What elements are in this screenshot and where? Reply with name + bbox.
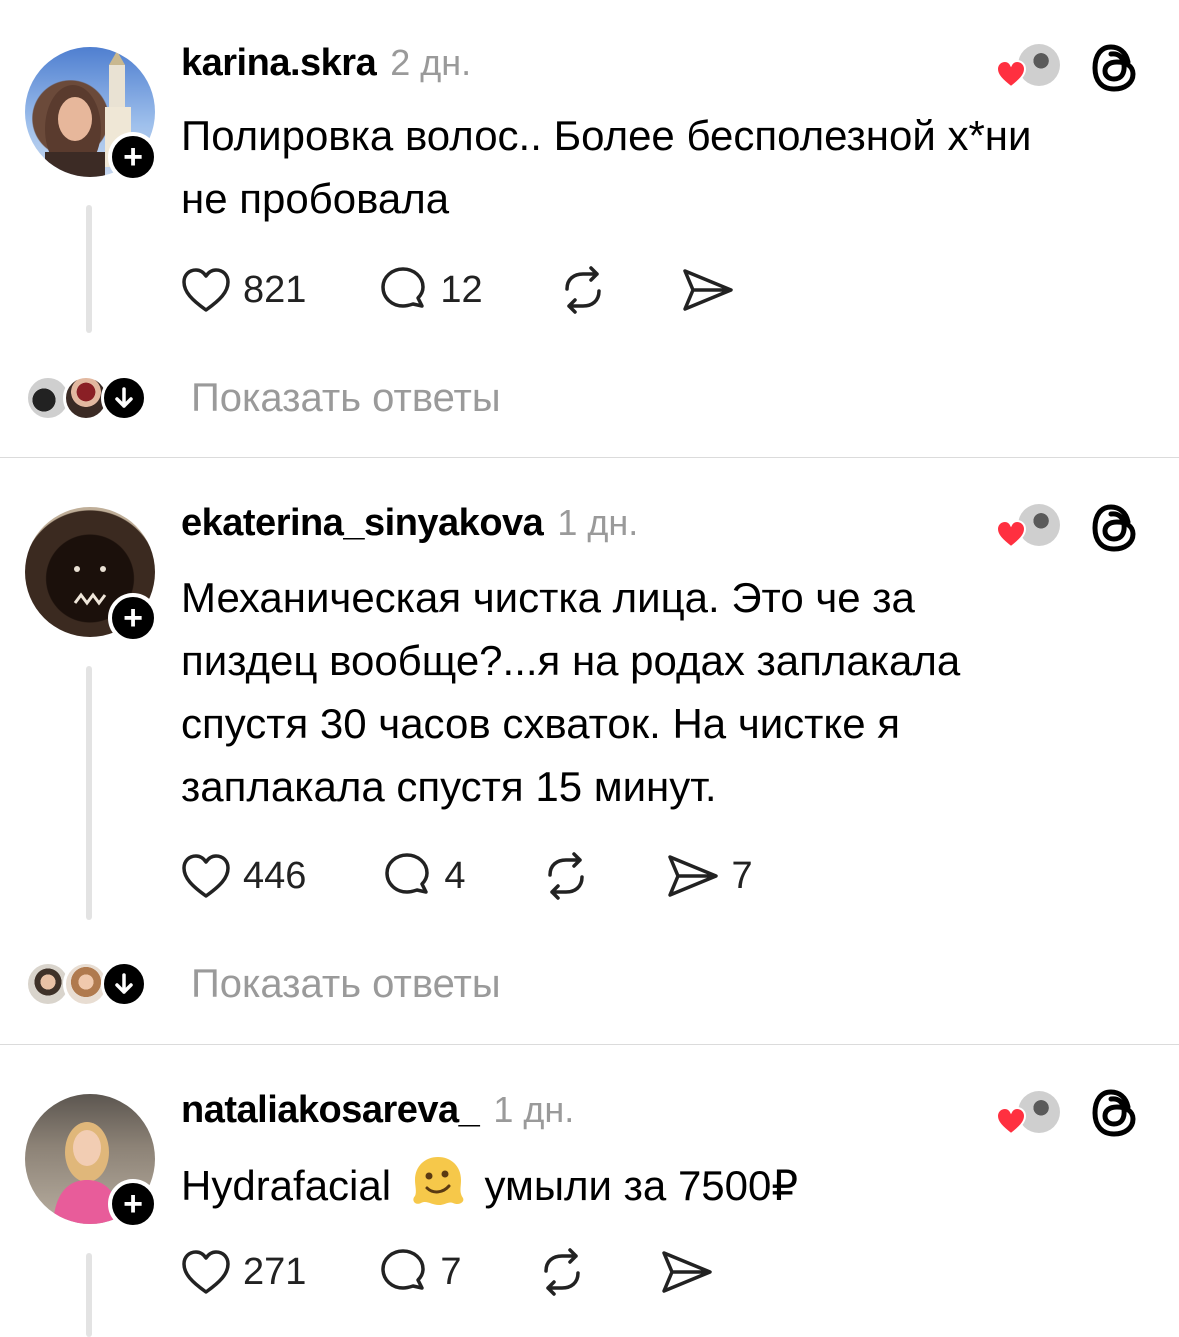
post-1-threads-logo-icon[interactable] (1090, 42, 1142, 94)
heart-icon (182, 268, 230, 312)
post-2-share-count: 7 (731, 854, 753, 897)
melting-face-emoji-icon (413, 1157, 464, 1205)
post-1-text-line-2: не пробовала (181, 175, 450, 222)
post-1-liked-by-author (996, 44, 1066, 88)
post-1-username[interactable]: karina.skra (181, 42, 377, 85)
post-1-text-line-1: Полировка волос.. Более бесполезной х*ни (181, 112, 1032, 159)
post-3-actions: 271 7 (181, 1247, 714, 1297)
post-3-follow-plus-icon[interactable]: + (108, 1179, 158, 1229)
post-2-threads-logo-icon[interactable] (1090, 502, 1142, 554)
post-2-text-line-2: пиздец вообще?...я на родах заплакала (181, 637, 961, 684)
post-2-thread-line (86, 666, 92, 920)
post-1-header: karina.skra 2 дн. (181, 42, 471, 85)
comment-icon (385, 853, 430, 894)
post-3-liked-heart-icon (996, 1107, 1026, 1135)
post-2-arrow-down-icon (101, 961, 147, 1007)
share-icon (682, 269, 733, 311)
post-3-like-count: 271 (243, 1250, 307, 1293)
post-3-text-before-emoji: Hydrafacial (181, 1162, 392, 1209)
share-icon (667, 855, 718, 897)
post-3-text-after-emoji: умыли за 7500₽ (484, 1162, 799, 1209)
post-2-username[interactable]: ekaterina_sinyakova (181, 502, 544, 545)
post-1-comment-count: 12 (440, 268, 483, 311)
post-1-reply-avatars (25, 372, 155, 424)
post-3-threads-logo-icon[interactable] (1090, 1087, 1142, 1139)
post-3-text: Hydrafacial умыли за 7500₽ (181, 1152, 1151, 1217)
post-1-follow-plus-icon[interactable]: + (108, 132, 158, 182)
post-1-comment-button[interactable]: 12 (378, 265, 483, 315)
post-3-share-button[interactable] (660, 1249, 714, 1295)
post-3-liked-by-author (996, 1091, 1066, 1135)
post-1-actions: 821 12 (181, 265, 735, 315)
post-3-username[interactable]: nataliakosareva_ (181, 1089, 480, 1132)
post-1-replies-row[interactable]: Показать ответы (25, 370, 501, 426)
post-1-time: 2 дн. (390, 42, 472, 83)
post-1-share-button[interactable] (681, 267, 735, 313)
post-2-replies-row[interactable]: Показать ответы (25, 956, 501, 1012)
post-2-like-count: 446 (243, 854, 307, 897)
post-2-time: 1 дн. (557, 502, 639, 543)
post-1-like-count: 821 (243, 268, 307, 311)
post-2-text: Механическая чистка лица. Это че за пизд… (181, 566, 1151, 818)
threads-comment-feed: + karina.skra 2 дн. Полировка волос.. Бо… (0, 0, 1179, 1337)
post-2-text-line-3: спустя 30 часов схваток. На чистке я (181, 700, 901, 747)
post-2-actions: 446 4 7 (181, 851, 753, 901)
post-3-like-button[interactable]: 271 (181, 1249, 306, 1295)
post-2-liked-heart-icon (996, 520, 1026, 548)
post-3: + nataliakosareva_ 1 дн. Hydrafacial умы… (0, 1045, 1179, 1337)
post-1-show-replies[interactable]: Показать ответы (191, 376, 501, 421)
post-1: + karina.skra 2 дн. Полировка волос.. Бо… (0, 0, 1179, 457)
post-2-header: ekaterina_sinyakova 1 дн. (181, 502, 638, 545)
post-3-repost-button[interactable] (536, 1247, 588, 1297)
post-2-comment-button[interactable]: 4 (382, 851, 466, 901)
post-2: + ekaterina_sinyakova 1 дн. Механическая… (0, 458, 1179, 1044)
post-2-like-button[interactable]: 446 (181, 853, 306, 899)
repost-icon (564, 266, 601, 314)
post-2-comment-count: 4 (444, 854, 466, 897)
heart-icon (182, 854, 230, 898)
repost-icon (543, 1248, 580, 1296)
post-3-time: 1 дн. (493, 1089, 575, 1130)
repost-icon (547, 852, 584, 900)
post-2-repost-button[interactable] (540, 851, 592, 901)
post-1-liked-heart-icon (996, 60, 1026, 88)
comment-icon (381, 1249, 426, 1290)
post-3-header: nataliakosareva_ 1 дн. (181, 1089, 574, 1132)
post-2-share-button[interactable]: 7 (666, 853, 753, 899)
post-2-text-line-1: Механическая чистка лица. Это че за (181, 574, 915, 621)
post-3-comment-count: 7 (440, 1250, 462, 1293)
heart-icon (182, 1250, 230, 1294)
post-2-follow-plus-icon[interactable]: + (108, 593, 158, 643)
post-1-repost-button[interactable] (557, 265, 609, 315)
post-3-thread-line (86, 1253, 92, 1337)
comment-icon (381, 267, 426, 308)
post-2-reply-avatars (25, 958, 155, 1010)
post-3-comment-button[interactable]: 7 (378, 1247, 462, 1297)
post-2-liked-by-author (996, 504, 1066, 548)
post-1-like-button[interactable]: 821 (181, 267, 306, 313)
post-1-text: Полировка волос.. Более бесполезной х*ни… (181, 104, 1151, 230)
post-2-show-replies[interactable]: Показать ответы (191, 962, 501, 1007)
post-1-thread-line (86, 205, 92, 333)
post-1-arrow-down-icon (101, 375, 147, 421)
share-icon (661, 1251, 712, 1293)
post-2-text-line-4: заплакала спустя 15 минут. (181, 763, 717, 810)
